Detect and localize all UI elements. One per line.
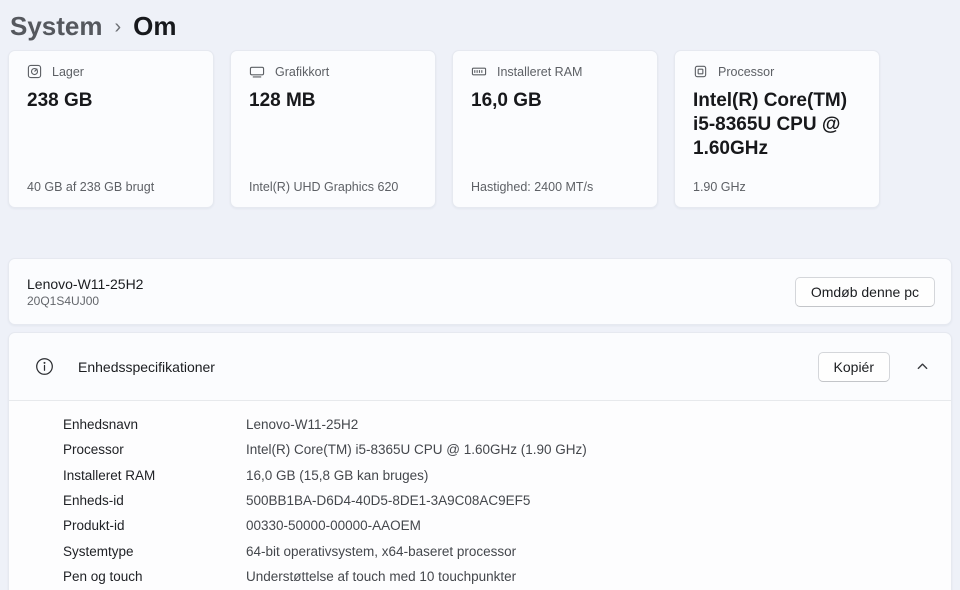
device-specs-title: Enhedsspecifikationer [78, 359, 215, 375]
ram-card: Installeret RAM 16,0 GB Hastighed: 2400 … [452, 50, 658, 208]
spec-value: 16,0 GB (15,8 GB kan bruges) [246, 468, 951, 483]
spec-row-pen-touch: Pen og touch Understøttelse af touch med… [63, 564, 951, 589]
spec-value: 00330-50000-00000-AAOEM [246, 518, 951, 533]
spec-label: Processor [63, 442, 246, 457]
spec-value: Lenovo-W11-25H2 [246, 417, 951, 432]
breadcrumb-system-link[interactable]: System [10, 11, 103, 42]
spec-label: Enheds-id [63, 493, 246, 508]
ram-card-label: Installeret RAM [497, 65, 582, 79]
copy-button[interactable]: Kopiér [818, 352, 890, 382]
page-title: Om [133, 11, 176, 42]
spec-row-processor: Processor Intel(R) Core(TM) i5-8365U CPU… [63, 437, 951, 462]
summary-cards: Lager 238 GB 40 GB af 238 GB brugt Grafi… [8, 50, 960, 208]
spec-label: Pen og touch [63, 569, 246, 584]
spec-value: 500BB1BA-D6D4-40D5-8DE1-3A9C08AC9EF5 [246, 493, 951, 508]
storage-card-label: Lager [52, 65, 84, 79]
storage-card-value: 238 GB [27, 89, 197, 113]
device-name-panel: Lenovo-W11-25H2 20Q1S4UJ00 Omdøb denne p… [8, 258, 952, 325]
spec-label: Installeret RAM [63, 468, 246, 483]
storage-card-caption: 40 GB af 238 GB brugt [27, 180, 197, 194]
spec-value: Intel(R) Core(TM) i5-8365U CPU @ 1.60GHz… [246, 442, 951, 457]
spec-value: 64-bit operativsystem, x64-baseret proce… [246, 544, 951, 559]
device-specs-list: Enhedsnavn Lenovo-W11-25H2 Processor Int… [9, 401, 951, 590]
spec-label: Produkt-id [63, 518, 246, 533]
processor-card: Processor Intel(R) Core(TM) i5-8365U CPU… [674, 50, 880, 208]
spec-label: Systemtype [63, 544, 246, 559]
spec-row-product-id: Produkt-id 00330-50000-00000-AAOEM [63, 513, 951, 538]
processor-card-caption: 1.90 GHz [693, 180, 863, 194]
spec-row-ram: Installeret RAM 16,0 GB (15,8 GB kan bru… [63, 463, 951, 488]
device-name: Lenovo-W11-25H2 [27, 276, 143, 292]
gpu-card: Grafikkort 128 MB Intel(R) UHD Graphics … [230, 50, 436, 208]
device-specs-panel: Enhedsspecifikationer Kopiér Enhedsnavn … [8, 332, 952, 590]
processor-card-label: Processor [718, 65, 774, 79]
gpu-card-label: Grafikkort [275, 65, 329, 79]
ram-card-caption: Hastighed: 2400 MT/s [471, 180, 641, 194]
spec-row-device-name: Enhedsnavn Lenovo-W11-25H2 [63, 412, 951, 437]
ram-card-value: 16,0 GB [471, 89, 641, 113]
breadcrumb-chevron-icon: › [115, 14, 122, 39]
chevron-up-icon[interactable] [916, 360, 929, 373]
spec-row-device-id: Enheds-id 500BB1BA-D6D4-40D5-8DE1-3A9C08… [63, 488, 951, 513]
ram-icon [471, 64, 487, 79]
storage-disk-icon [27, 64, 42, 79]
storage-card: Lager 238 GB 40 GB af 238 GB brugt [8, 50, 214, 208]
spec-value: Understøttelse af touch med 10 touchpunk… [246, 569, 951, 584]
rename-pc-button[interactable]: Omdøb denne pc [795, 277, 935, 307]
device-specs-expander-header[interactable]: Enhedsspecifikationer Kopiér [9, 333, 951, 400]
gpu-icon [249, 64, 265, 79]
info-icon [35, 357, 54, 376]
spec-row-system-type: Systemtype 64-bit operativsystem, x64-ba… [63, 538, 951, 563]
gpu-card-value: 128 MB [249, 89, 419, 113]
processor-card-value: Intel(R) Core(TM) i5-8365U CPU @ 1.60GHz [693, 89, 863, 161]
device-model: 20Q1S4UJ00 [27, 294, 143, 308]
breadcrumb: System › Om [0, 0, 960, 44]
spec-label: Enhedsnavn [63, 417, 246, 432]
gpu-card-caption: Intel(R) UHD Graphics 620 [249, 180, 419, 194]
cpu-icon [693, 64, 708, 79]
